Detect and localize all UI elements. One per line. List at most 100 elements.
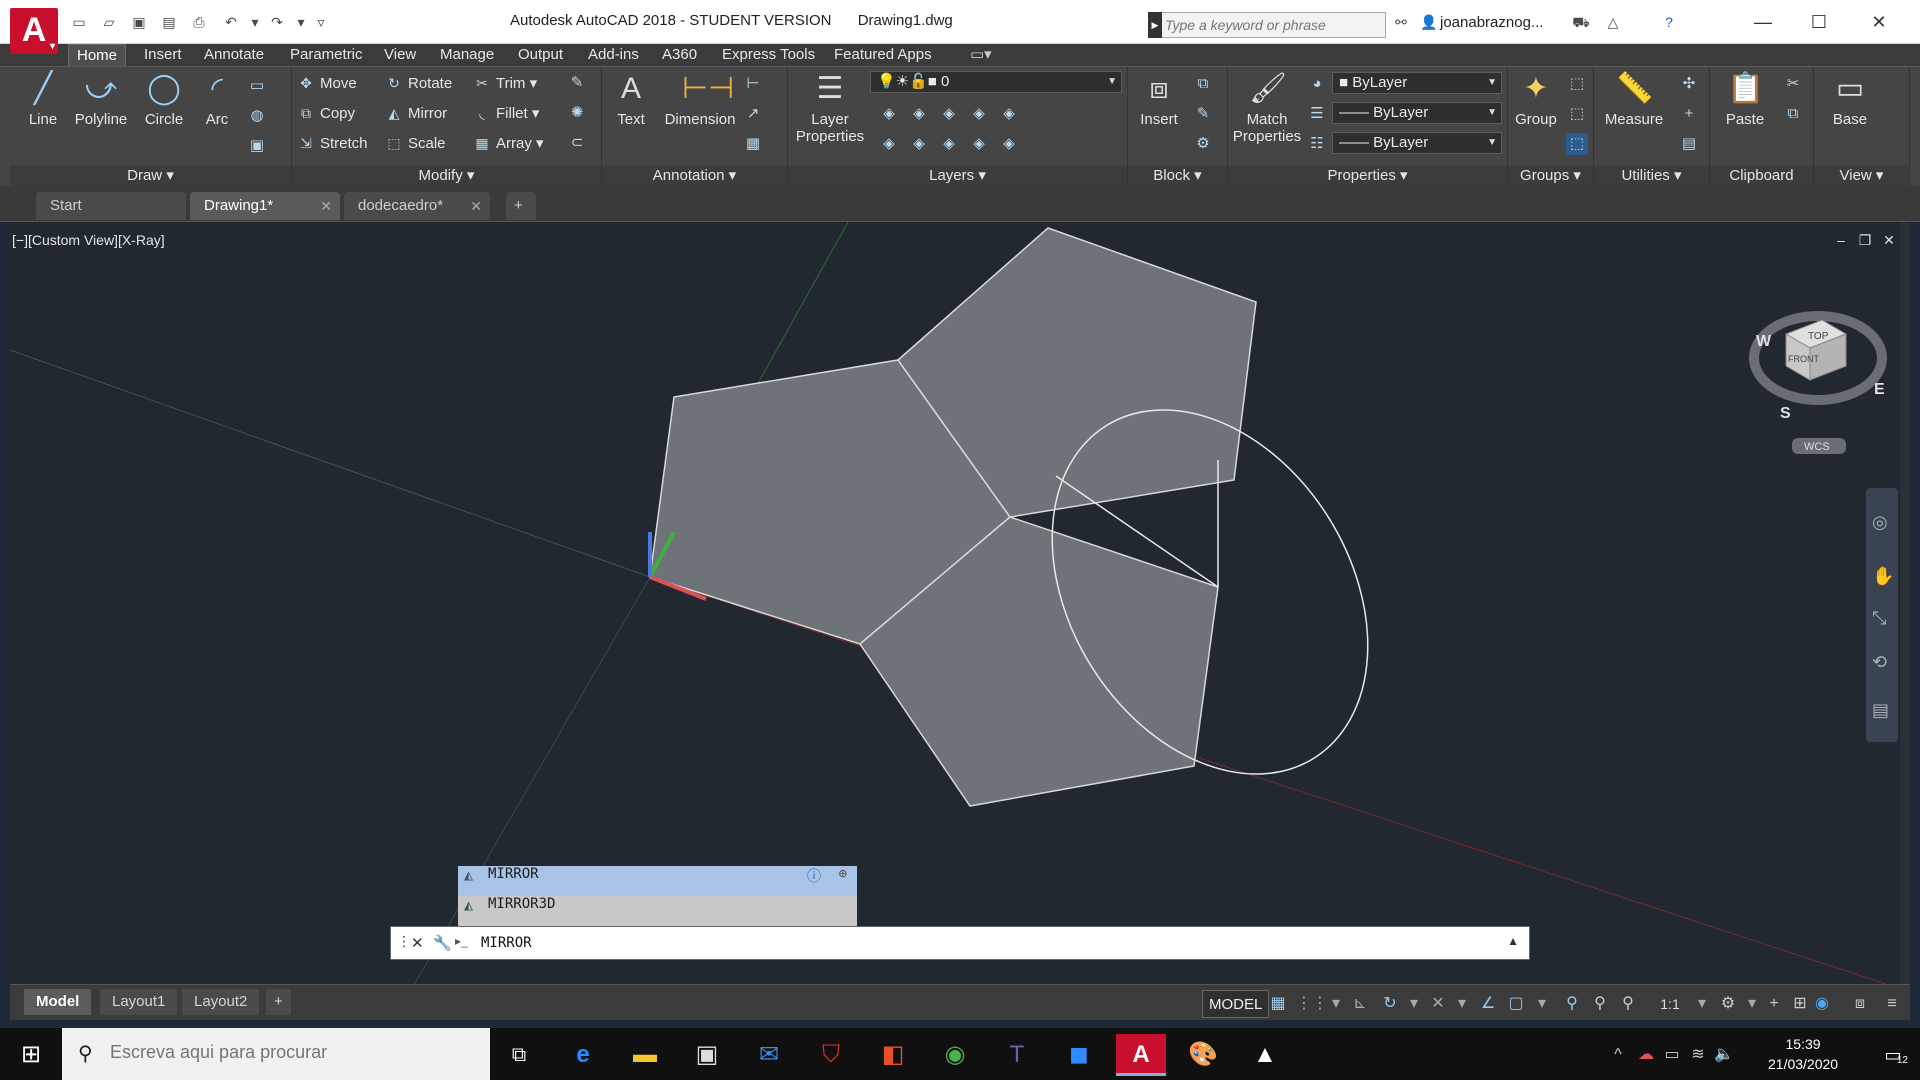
show-hidden-icons-icon[interactable]: ^ [1606, 1034, 1630, 1076]
exchange-icon[interactable]: △ [1604, 13, 1622, 31]
quick-select-icon[interactable]: ✣ [1678, 73, 1700, 95]
fillet-button[interactable]: ◟ Fillet ▾ [472, 101, 539, 125]
new-layout-plus-icon[interactable]: + [266, 989, 291, 1015]
viewport-minimize-icon[interactable]: – [1832, 232, 1850, 248]
photos-icon[interactable]: ▲ [1240, 1034, 1290, 1076]
block-attributes-icon[interactable]: ⚙ [1192, 133, 1214, 155]
isolate-objects-icon[interactable]: ◉ [1810, 990, 1834, 1018]
doc-tab-start[interactable]: Start [36, 192, 186, 220]
layer-isolate-icon[interactable]: ◈ [908, 103, 930, 125]
create-block-icon[interactable]: ⧉ [1192, 73, 1214, 95]
view-panel-title[interactable]: View ▾ [1814, 165, 1909, 187]
tab-parametric[interactable]: Parametric [282, 44, 371, 66]
autocad-taskbar-icon[interactable]: A [1116, 1034, 1166, 1076]
binoculars-icon[interactable]: ⚯ [1392, 13, 1410, 31]
isometric-icon[interactable]: ✕ [1426, 990, 1450, 1018]
volume-icon[interactable]: 🔈 [1712, 1034, 1736, 1076]
user-icon[interactable]: 👤 [1420, 13, 1438, 31]
measure-button[interactable]: 📏 Measure [1596, 71, 1672, 128]
battery-icon[interactable]: ▭ [1660, 1034, 1684, 1076]
object-snap-tracking-icon[interactable]: ∠ [1476, 990, 1500, 1018]
new-tab-plus-icon[interactable]: + [506, 192, 536, 220]
color-dropdown[interactable]: ■ ByLayer ▼ [1332, 72, 1502, 94]
windows-start-icon[interactable]: ⊞ [6, 1034, 56, 1076]
store-icon[interactable]: ▣ [682, 1034, 732, 1076]
viewport-close-icon[interactable]: ✕ [1880, 232, 1898, 249]
tab-view[interactable]: View [376, 44, 424, 66]
close-icon[interactable]: ✕ [470, 192, 482, 220]
paint-icon[interactable]: 🎨 [1178, 1034, 1228, 1076]
orbit-icon[interactable]: ⟲ [1872, 652, 1887, 672]
rectangle-icon[interactable]: ▭ [246, 75, 268, 97]
layer-freeze-icon[interactable]: ◈ [938, 103, 960, 125]
group-selection-icon[interactable]: ⬚ [1566, 133, 1588, 155]
zoom-extents-icon[interactable]: ⤡ [1872, 608, 1886, 628]
office-icon[interactable]: ◧ [868, 1034, 918, 1076]
linetype-dropdown[interactable]: —— ByLayer ▼ [1332, 102, 1502, 124]
copy-button[interactable]: ⧉ Copy [296, 101, 355, 125]
scale-dropdown-icon[interactable]: ▾ [1690, 990, 1714, 1018]
close-icon[interactable]: ✕ [411, 934, 424, 952]
notifications-icon[interactable]: ▭ 12 [1868, 1034, 1918, 1076]
tab-insert[interactable]: Insert [136, 44, 190, 66]
make-current-icon[interactable]: ◈ [878, 133, 900, 155]
annotation-monitor-plus-icon[interactable]: + [1762, 990, 1786, 1018]
search-input[interactable] [1149, 13, 1385, 37]
tab-manage[interactable]: Manage [432, 44, 502, 66]
clean-screen-icon[interactable]: ⧈ [1848, 990, 1872, 1018]
group-button[interactable]: ✦ Group [1510, 71, 1562, 128]
draw-panel-title[interactable]: Draw ▾ [10, 165, 291, 187]
save-icon[interactable]: ▣ [130, 13, 148, 31]
undo-icon[interactable]: ↶ [222, 13, 240, 31]
vertical-scrollbar[interactable] [1900, 222, 1910, 992]
tab-annotate[interactable]: Annotate [196, 44, 272, 66]
command-input[interactable] [481, 935, 1381, 951]
group-edit-icon[interactable]: ⬚ [1566, 103, 1588, 125]
insert-button[interactable]: ⧈ Insert [1134, 71, 1184, 128]
plot-icon[interactable]: ⎙ [190, 13, 208, 31]
cart-icon[interactable]: ⛟ [1572, 13, 1590, 31]
close-icon[interactable]: ✕ [1856, 8, 1902, 36]
redo-dropdown-icon[interactable]: ▾ [292, 13, 310, 31]
offset-icon[interactable]: ⊂ [566, 132, 588, 154]
user-account-name[interactable]: joanabraznog... [1440, 14, 1543, 31]
snap-dropdown-icon[interactable]: ▾ [1324, 990, 1348, 1018]
new-file-icon[interactable]: ▭ [70, 13, 88, 31]
redo-icon[interactable]: ↷ [268, 13, 286, 31]
tab-home[interactable]: Home [68, 44, 127, 66]
arc-button[interactable]: ◜ Arc [192, 71, 242, 128]
layer-off-icon[interactable]: ◈ [878, 103, 900, 125]
suggestion-mirror3d[interactable]: ◭ MIRROR3D [458, 896, 857, 926]
customize-wrench-icon[interactable]: 🔧 [433, 934, 452, 952]
chrome-icon[interactable]: ◉ [930, 1034, 980, 1076]
clipboard-panel-title[interactable]: Clipboard [1710, 165, 1813, 187]
viewcube[interactable]: TOP FRONT W S E WCS [1749, 311, 1887, 454]
layer-walk-icon[interactable]: ◈ [938, 133, 960, 155]
onedrive-icon[interactable]: ☁ [1634, 1034, 1658, 1076]
layer-properties-button[interactable]: ☰ Layer Properties [792, 71, 868, 145]
annotation-panel-title[interactable]: Annotation ▾ [602, 165, 787, 187]
globe-icon[interactable]: ⊕ [839, 866, 847, 882]
wifi-icon[interactable]: ≋ [1686, 1034, 1710, 1076]
units-icon[interactable]: ⊞ [1788, 990, 1812, 1018]
trim-button[interactable]: ✂ Trim ▾ [472, 71, 537, 95]
taskbar-search-input[interactable] [110, 1042, 470, 1063]
edit-block-icon[interactable]: ✎ [1192, 103, 1214, 125]
linetype-icon[interactable]: ☷ [1306, 133, 1328, 155]
scale-button[interactable]: ⬚ Scale [384, 131, 445, 155]
close-icon[interactable]: ✕ [320, 192, 332, 220]
mail-icon[interactable]: ✉ [744, 1034, 794, 1076]
teams-icon[interactable]: T [992, 1034, 1042, 1076]
grid-icon[interactable]: ▦ [1266, 990, 1290, 1018]
modify-panel-title[interactable]: Modify ▾ [292, 165, 601, 187]
polar-dropdown-icon[interactable]: ▾ [1402, 990, 1426, 1018]
array-button[interactable]: ▦ Array ▾ [472, 131, 543, 155]
customize-quick-access-icon[interactable]: ▿ [312, 13, 330, 31]
grip-icon[interactable]: ⋮ [397, 933, 411, 950]
utilities-panel-title[interactable]: Utilities ▾ [1594, 165, 1709, 187]
rotate-button[interactable]: ↻ Rotate [384, 71, 452, 95]
move-button[interactable]: ✥ Move [296, 71, 357, 95]
mirror-button[interactable]: ◭ Mirror [384, 101, 448, 125]
layer-lock-icon[interactable]: ◈ [968, 103, 990, 125]
tab-a360[interactable]: A360 [654, 44, 705, 66]
